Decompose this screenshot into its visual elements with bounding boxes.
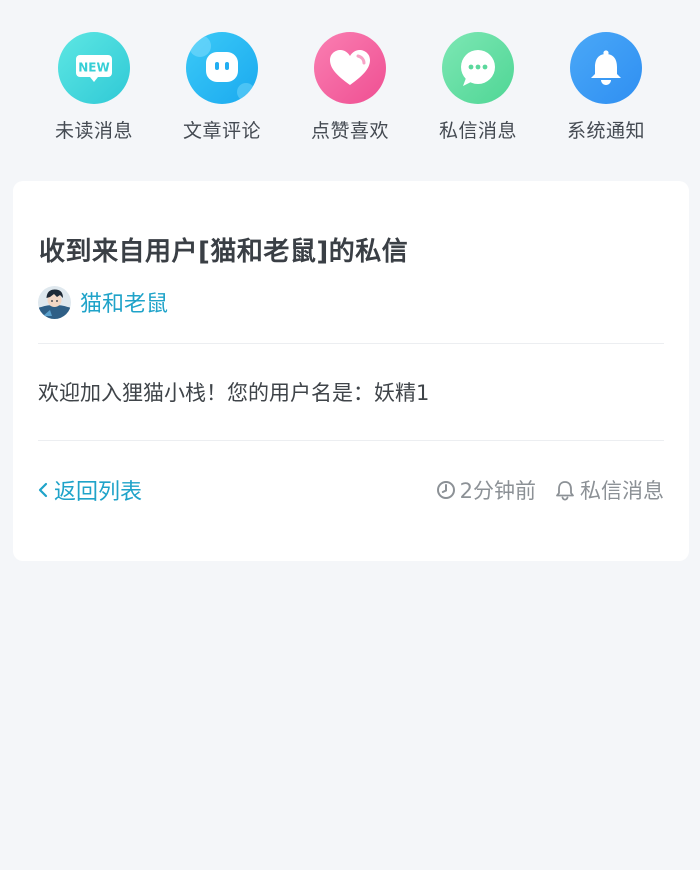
message-category-text: 私信消息: [580, 479, 664, 503]
message-author[interactable]: 猫和老鼠: [38, 285, 168, 319]
nav-item-unread[interactable]: NEW 未读消息: [30, 0, 158, 160]
message-category[interactable]: 私信消息: [554, 475, 664, 505]
bell-icon: [570, 32, 642, 104]
chevron-left-icon: [38, 482, 48, 498]
nav-item-comments[interactable]: 文章评论: [158, 0, 286, 160]
nav-label-system-notices: 系统通知: [566, 120, 645, 142]
back-to-list-label: 返回列表: [54, 480, 143, 505]
new-badge-icon: NEW: [58, 32, 130, 104]
nav-item-likes[interactable]: 点赞喜欢: [286, 0, 414, 160]
message-category-nav: NEW 未读消息 文章评论 点赞喜欢 私信消息 系统通知: [0, 0, 700, 160]
message-time-text: 2分钟前: [459, 479, 536, 503]
divider: [38, 343, 664, 344]
clock-icon: [436, 480, 456, 500]
nav-label-comments: 文章评论: [182, 120, 261, 142]
nav-item-private-messages[interactable]: 私信消息: [414, 0, 542, 160]
nav-label-private-messages: 私信消息: [438, 120, 517, 142]
message-meta: 2分钟前 私信消息: [436, 475, 664, 505]
message-body: 欢迎加入狸猫小栈！您的用户名是：妖精1: [38, 381, 430, 405]
message-title: 收到来自用户[猫和老鼠]的私信: [39, 237, 409, 267]
back-to-list-button[interactable]: 返回列表: [38, 474, 142, 506]
nav-label-likes: 点赞喜欢: [310, 120, 389, 142]
divider: [38, 440, 664, 441]
comment-face-icon: [186, 32, 258, 104]
chat-bubble-icon: [442, 32, 514, 104]
message-time: 2分钟前: [436, 475, 536, 505]
svg-text:NEW: NEW: [78, 61, 109, 75]
message-card: 收到来自用户[猫和老鼠]的私信 猫和老鼠 欢迎加入狸猫小栈！您的用户名是：妖精1: [13, 181, 689, 561]
page: NEW 未读消息 文章评论 点赞喜欢 私信消息 系统通知 收到来自用户[猫和老鼠…: [0, 0, 700, 870]
message-footer: 返回列表 2分钟前 私信消息: [38, 473, 664, 507]
avatar: [38, 285, 71, 319]
bell-outline-icon: [554, 479, 576, 501]
nav-item-system-notices[interactable]: 系统通知: [542, 0, 670, 160]
heart-icon: [314, 32, 386, 104]
nav-label-unread: 未读消息: [54, 120, 133, 142]
author-name[interactable]: 猫和老鼠: [80, 286, 168, 318]
